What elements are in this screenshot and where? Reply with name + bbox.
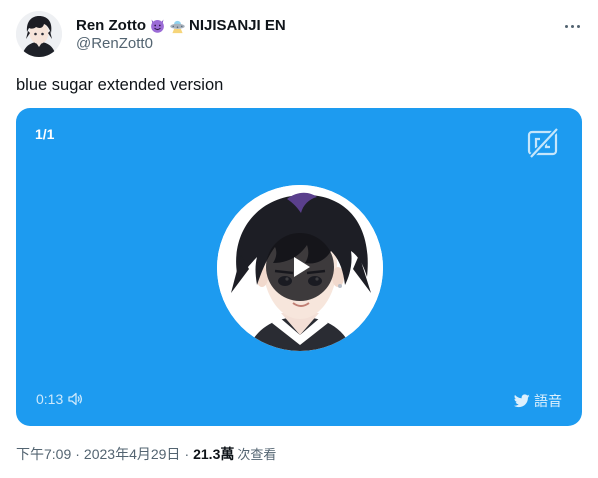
more-dot: [570, 24, 574, 28]
smiling-devil-icon: [151, 19, 164, 33]
closed-captions-off-icon[interactable]: [526, 126, 560, 160]
more-dot: [576, 24, 580, 28]
audio-label: 語音: [534, 393, 562, 409]
video-time: 0:13: [36, 391, 83, 407]
avatar-image: [16, 11, 62, 57]
tweet-date[interactable]: 2023年4月29日: [84, 444, 181, 464]
more-options-button[interactable]: [560, 14, 584, 38]
tweet-text: blue sugar extended version: [16, 76, 224, 94]
video-time-label: 0:13: [36, 391, 64, 407]
media-count: 1/1: [35, 126, 55, 142]
play-button[interactable]: [266, 233, 334, 301]
play-icon: [294, 257, 310, 277]
media-player[interactable]: 1/1 0:13 語音: [16, 108, 582, 426]
tweet: Ren Zotto NIJISANJI EN @RenZott0 blue su…: [0, 0, 598, 478]
bird-icon: [514, 394, 530, 408]
tweet-meta: 下午7:09 · 2023年4月29日 · 21.3萬 次查看: [16, 444, 276, 464]
meta-separator: ·: [75, 446, 80, 462]
avatar[interactable]: [16, 11, 62, 57]
speaker-icon[interactable]: [67, 391, 83, 407]
audio-badge: 語音: [514, 391, 562, 411]
tweet-time[interactable]: 下午7:09: [16, 444, 71, 464]
views-label: 次查看: [237, 447, 277, 462]
author-display-name[interactable]: Ren Zotto: [76, 17, 146, 34]
author-handle[interactable]: @RenZott0: [76, 35, 153, 52]
flying-saucer-icon: [170, 20, 185, 33]
more-dot: [564, 24, 568, 28]
author-name-row[interactable]: Ren Zotto NIJISANJI EN: [76, 15, 286, 35]
meta-separator: ·: [184, 446, 190, 462]
views-count[interactable]: 21.3萬: [193, 444, 234, 464]
author-affiliation[interactable]: NIJISANJI EN: [189, 17, 286, 34]
